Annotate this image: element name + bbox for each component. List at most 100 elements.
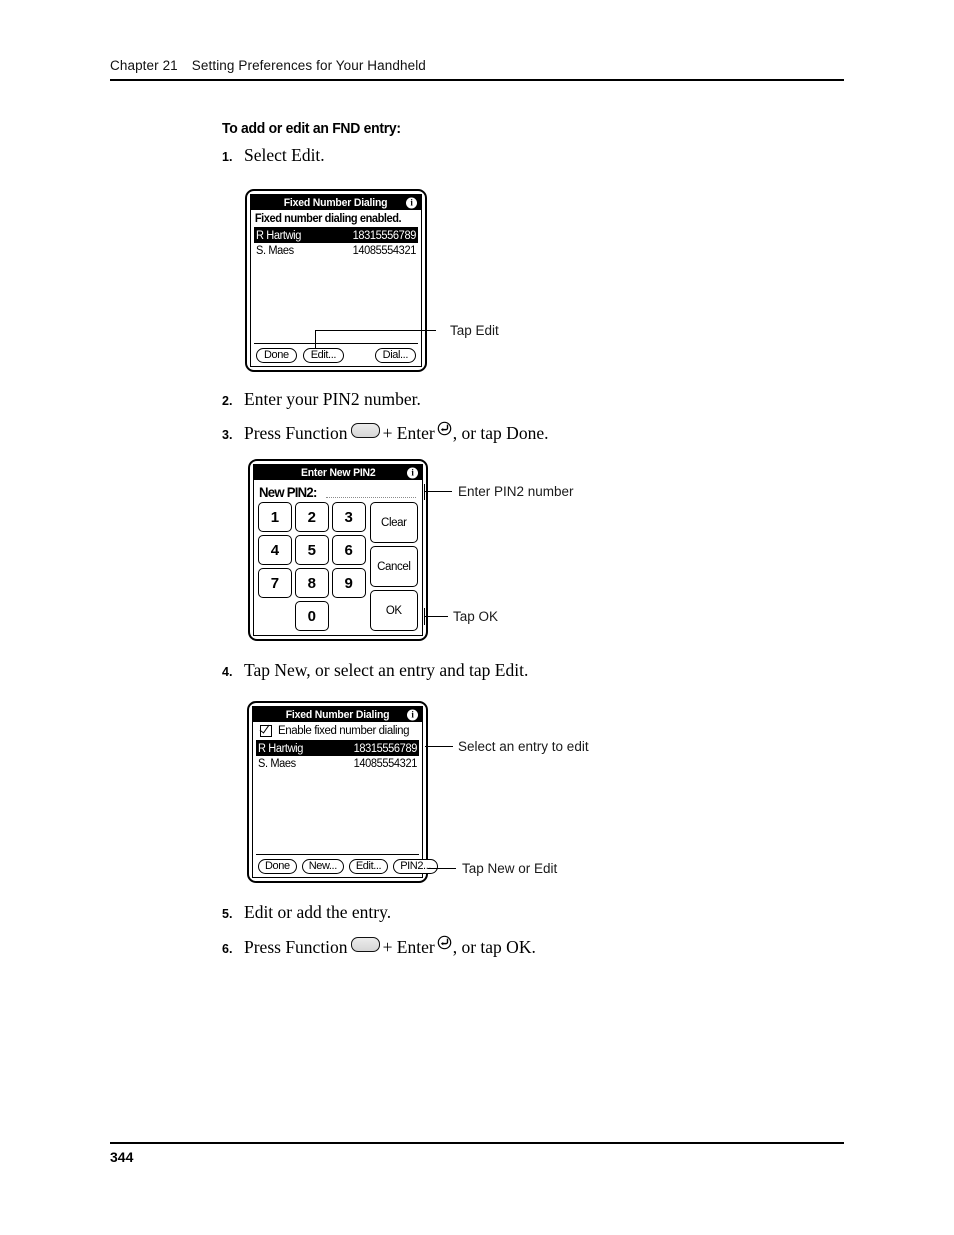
screen1-title-bar: Fixed Number Dialing i <box>251 195 421 210</box>
list-item[interactable]: R Hartwig 18315556789 <box>254 228 418 243</box>
checkbox-icon[interactable] <box>260 725 272 737</box>
key-blank-left <box>258 601 292 631</box>
step-6-text-post: , or tap OK. <box>452 937 536 957</box>
function-key-icon <box>350 423 380 438</box>
screen1-entry-list: R Hartwig 18315556789 S. Maes 1408555432… <box>254 227 418 344</box>
keypad-actions: Clear Cancel OK <box>369 502 418 631</box>
key-0[interactable]: 0 <box>294 601 329 631</box>
entry-number: 18315556789 <box>353 742 418 755</box>
header-divider <box>110 79 844 81</box>
callout-tap-new-or-edit: Tap New or Edit <box>462 861 558 876</box>
info-icon[interactable]: i <box>406 197 417 208</box>
edit-button[interactable]: Edit... <box>348 858 389 874</box>
step-2-number: 2. <box>222 394 233 408</box>
screen1-banner: Fixed number dialing enabled. <box>254 213 402 225</box>
entry-number: 18315556789 <box>352 229 417 242</box>
screen3-title: Fixed Number Dialing <box>285 708 390 721</box>
step-3-text-mid: + Enter <box>382 423 435 443</box>
device-screen-1: Fixed Number Dialing i Fixed number dial… <box>250 194 422 367</box>
key-3[interactable]: 3 <box>331 502 366 532</box>
step-5-number: 5. <box>222 907 233 921</box>
device-screenshot-enter-new-pin2: Enter New PIN2 i New PIN2: 1 2 3 4 5 6 7… <box>248 459 428 641</box>
page-footer: 344 <box>110 1142 844 1165</box>
device-screen-3: Fixed Number Dialing i Enable fixed numb… <box>252 706 439 878</box>
info-icon[interactable]: i <box>407 467 418 478</box>
key-4[interactable]: 4 <box>258 535 292 565</box>
leader-line-tap-new-or-edit <box>428 868 456 869</box>
callout-tap-ok: Tap OK <box>453 609 499 624</box>
entry-name: S. Maes <box>256 244 294 257</box>
entry-name: R Hartwig <box>256 229 302 242</box>
step-3: 3. Press Function + Enter , or tap Done. <box>222 421 548 443</box>
key-6[interactable]: 6 <box>331 535 366 565</box>
clear-button[interactable]: Clear <box>369 502 418 543</box>
device-screen-2: Enter New PIN2 i New PIN2: 1 2 3 4 5 6 7… <box>253 464 423 636</box>
list-item[interactable]: S. Maes 14085554321 <box>254 243 418 258</box>
callout-enter-pin2-number: Enter PIN2 number <box>458 484 574 499</box>
pin2-input[interactable] <box>326 484 416 498</box>
pin2-button[interactable]: PIN2... <box>393 858 439 874</box>
key-9[interactable]: 9 <box>331 568 366 598</box>
page-title: To add or edit an FND entry: <box>222 120 401 137</box>
screen3-entry-list: R Hartwig 18315556789 S. Maes 1408555432… <box>256 740 419 855</box>
key-1[interactable]: 1 <box>258 502 292 532</box>
dial-button[interactable]: Dial... <box>374 347 416 363</box>
step-6-text-mid: + Enter <box>382 937 435 957</box>
pin2-field-row: New PIN2: <box>254 480 422 501</box>
info-icon[interactable]: i <box>407 709 418 720</box>
enable-fixed-number-dialing-row[interactable]: Enable fixed number dialing <box>253 722 422 740</box>
step-3-text: Press Function + Enter , or tap Done. <box>244 421 548 443</box>
leader-line-enter-pin2-stem <box>424 484 425 500</box>
leader-line-tap-edit <box>316 330 436 331</box>
entry-name: S. Maes <box>258 757 296 770</box>
new-button[interactable]: New... <box>301 858 344 874</box>
callout-tap-edit: Tap Edit <box>450 323 499 338</box>
screen3-title-bar: Fixed Number Dialing i <box>253 707 422 722</box>
edit-button[interactable]: Edit... <box>302 347 345 363</box>
list-item[interactable]: R Hartwig 18315556789 <box>256 741 419 756</box>
header-text: Chapter 21 Setting Preferences for Your H… <box>110 58 844 79</box>
header-chapter-label: Chapter 21 <box>110 58 178 73</box>
done-button[interactable]: Done <box>256 347 297 363</box>
cancel-button[interactable]: Cancel <box>369 546 418 587</box>
step-3-text-pre: Press Function <box>244 423 348 443</box>
pin2-field-label: New PIN2: <box>259 484 317 500</box>
leader-line-tap-ok <box>424 616 448 617</box>
leader-line-select-entry <box>425 746 453 747</box>
step-3-number: 3. <box>222 428 233 442</box>
screen3-button-row: Done New... Edit... PIN2... <box>253 855 439 877</box>
screen2-title-bar: Enter New PIN2 i <box>254 465 422 480</box>
step-4: 4. Tap New, or select an entry and tap E… <box>222 660 529 680</box>
key-2[interactable]: 2 <box>294 502 329 532</box>
step-5: 5. Edit or add the entry. <box>222 902 391 922</box>
screen1-button-row: Done Edit... Dial... <box>251 344 421 366</box>
header-chapter-title: Setting Preferences for Your Handheld <box>191 58 426 73</box>
step-1-number: 1. <box>222 150 233 164</box>
ok-button[interactable]: OK <box>369 590 418 631</box>
done-button[interactable]: Done <box>258 858 297 874</box>
step-4-text: Tap New, or select an entry and tap Edit… <box>244 660 529 680</box>
leader-line-tap-edit-stem <box>315 330 316 348</box>
key-7[interactable]: 7 <box>258 568 292 598</box>
checkbox-label: Enable fixed number dialing <box>278 725 410 737</box>
key-blank-right <box>331 601 366 631</box>
step-6: 6. Press Function + Enter , or tap OK. <box>222 935 536 957</box>
step-1-text: Select Edit. <box>244 145 325 165</box>
entry-number: 14085554321 <box>352 244 417 257</box>
screen2-body: New PIN2: 1 2 3 4 5 6 7 8 9 0 Clear Canc… <box>254 480 422 635</box>
callout-select-an-entry-to-edit: Select an entry to edit <box>458 739 589 754</box>
leader-line-tap-ok-stem <box>424 608 425 625</box>
leader-line-enter-pin2 <box>424 491 452 492</box>
device-screenshot-fixed-number-dialing-2: Fixed Number Dialing i Enable fixed numb… <box>247 701 439 883</box>
page-header: Chapter 21 Setting Preferences for Your H… <box>110 58 844 81</box>
step-1: 1. Select Edit. <box>222 145 325 165</box>
screen3-body: Enable fixed number dialing R Hartwig 18… <box>253 722 439 877</box>
enter-key-icon <box>437 421 452 436</box>
list-item[interactable]: S. Maes 14085554321 <box>256 756 419 771</box>
screen1-title: Fixed Number Dialing <box>284 196 388 209</box>
step-4-number: 4. <box>222 665 233 679</box>
step-2: 2. Enter your PIN2 number. <box>222 389 421 409</box>
key-8[interactable]: 8 <box>294 568 329 598</box>
screen1-body: Fixed number dialing enabled. R Hartwig … <box>251 210 421 366</box>
key-5[interactable]: 5 <box>294 535 329 565</box>
